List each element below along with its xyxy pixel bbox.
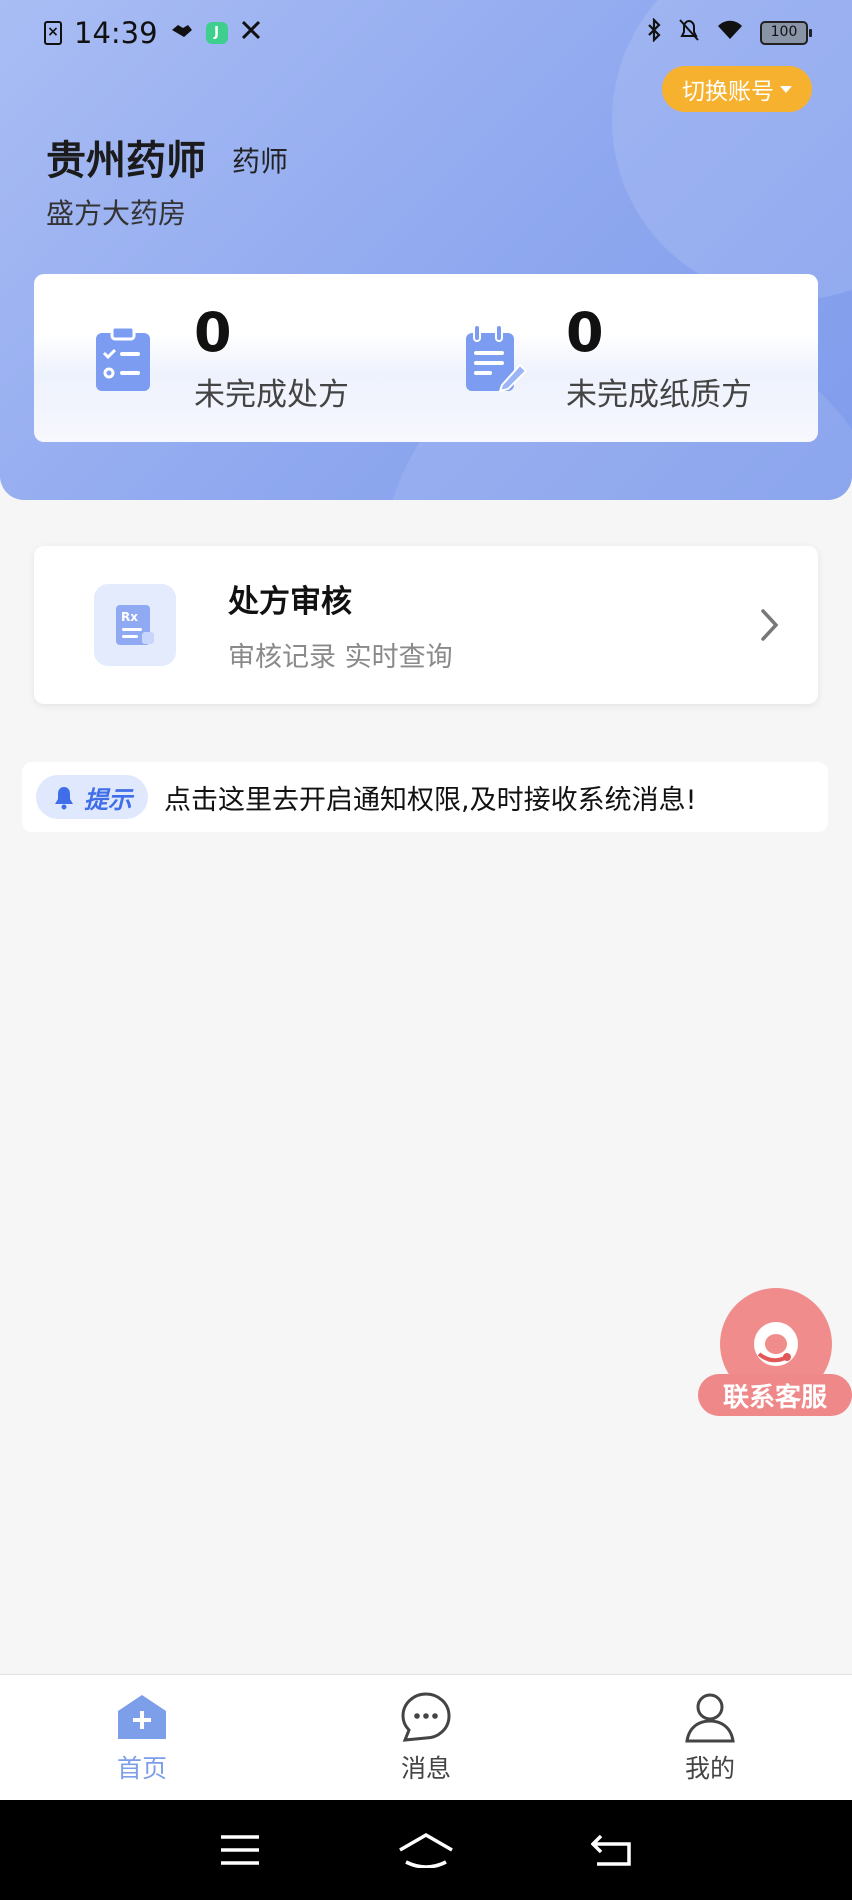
switch-account-label: 切换账号 (682, 79, 774, 105)
home-icon[interactable] (398, 1832, 454, 1868)
notification-permission-notice[interactable]: 提示 点击这里去开启通知权限,及时接收系统消息! (22, 762, 828, 832)
pharmacy-name: 盛方大药房 (46, 197, 187, 230)
prescription-audit-card[interactable]: Rx 处方审核 审核记录 实时查询 (34, 546, 818, 704)
tab-home[interactable]: 首页 (0, 1675, 284, 1800)
notice-badge-label: 提示 (84, 785, 132, 814)
tab-label: 消息 (400, 1753, 451, 1783)
tab-mine[interactable]: 我的 (568, 1675, 852, 1800)
audit-subtitle: 审核记录 实时查询 (228, 642, 453, 673)
handshake-icon (170, 21, 194, 46)
bluetooth-icon (646, 17, 662, 48)
bell-off-icon (678, 18, 700, 48)
audit-title: 处方审核 (228, 584, 352, 620)
stat-label: 未完成纸质方 (566, 376, 752, 413)
home-plus-icon (118, 1694, 166, 1739)
stat-unfinished-prescriptions[interactable]: 0 未完成处方 (88, 274, 349, 442)
switch-account-button[interactable]: 切换账号 (662, 66, 812, 112)
rx-document-icon: Rx (94, 584, 176, 666)
user-role: 药师 (232, 145, 289, 178)
tools-icon (240, 19, 262, 47)
chat-bubble-icon (401, 1691, 451, 1742)
chevron-right-icon (761, 609, 779, 641)
tab-messages[interactable]: 消息 (284, 1675, 568, 1800)
notice-text: 点击这里去开启通知权限,及时接收系统消息! (164, 784, 697, 816)
caret-down-icon (780, 85, 792, 93)
status-time: 14:39 (74, 16, 158, 50)
system-nav-bar (0, 1800, 852, 1900)
stat-value: 0 (566, 300, 604, 364)
bottom-tab-bar: 首页 消息 我的 (0, 1674, 852, 1800)
stat-label: 未完成处方 (194, 376, 349, 413)
tab-label: 我的 (684, 1753, 735, 1783)
stat-value: 0 (194, 300, 232, 364)
customer-service-button[interactable]: 联系客服 (698, 1288, 852, 1418)
back-icon[interactable] (591, 1833, 633, 1867)
user-icon (685, 1693, 735, 1742)
tab-label: 首页 (116, 1753, 167, 1783)
menu-icon[interactable] (219, 1834, 261, 1866)
wifi-icon (716, 19, 744, 47)
customer-service-label: 联系客服 (698, 1374, 852, 1416)
notepad-edit-icon (466, 324, 528, 393)
status-bar: × 14:39 J 100 (0, 0, 852, 66)
battery-icon: 100 (760, 21, 812, 45)
user-name: 贵州药师 (46, 138, 206, 184)
svg-text:Rx: Rx (121, 610, 138, 624)
stat-unfinished-paper-prescriptions[interactable]: 0 未完成纸质方 (460, 274, 752, 442)
app-icon: J (205, 22, 228, 44)
stats-card: 0 未完成处方 0 未完成纸质方 (34, 274, 818, 442)
sim-icon: × (44, 21, 62, 45)
clipboard-checklist-icon (96, 325, 150, 391)
bell-icon (55, 787, 73, 810)
notice-badge: 提示 (36, 775, 148, 819)
